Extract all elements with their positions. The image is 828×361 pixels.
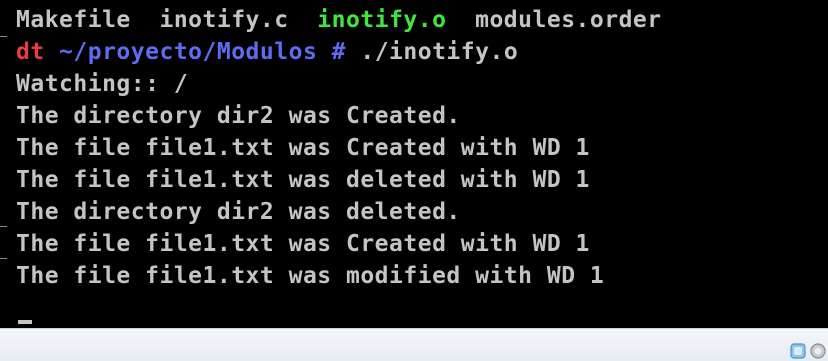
text-cursor <box>18 320 32 324</box>
terminal-text: ./inotify.o <box>346 39 519 65</box>
terminal-line: The directory dir2 was Created. <box>16 100 828 132</box>
terminal-output: Makefile inotify.c inotify.o modules.ord… <box>16 4 828 292</box>
margin-tick <box>0 36 7 37</box>
terminal-line: dt ~/proyecto/Modulos # ./inotify.o <box>16 36 828 68</box>
terminal-text: The file file1.txt was Created with WD 1 <box>16 135 590 161</box>
terminal-text: Watching:: / <box>16 71 189 97</box>
network-icon[interactable] <box>789 342 807 360</box>
terminal-line: Watching:: / <box>16 68 828 100</box>
terminal-text: ~/proyecto/Modulos # <box>59 39 346 65</box>
power-icon[interactable] <box>809 342 827 360</box>
terminal-text: inotify.o <box>317 7 447 33</box>
terminal-text: modules.order <box>446 7 662 33</box>
terminal-window[interactable]: Makefile inotify.c inotify.o modules.ord… <box>0 0 828 328</box>
terminal-text: The directory dir2 was Created. <box>16 103 461 129</box>
terminal-text: The file file1.txt was modified with WD … <box>16 263 605 289</box>
terminal-text: The file file1.txt was deleted with WD 1 <box>16 167 590 193</box>
terminal-line: The directory dir2 was deleted. <box>16 196 828 228</box>
margin-tick <box>0 258 7 259</box>
status-strip <box>0 328 828 361</box>
terminal-text: Makefile inotify.c <box>16 7 318 33</box>
terminal-text: dt <box>16 39 60 65</box>
terminal-line: The file file1.txt was Created with WD 1 <box>16 228 828 260</box>
terminal-text: The directory dir2 was deleted. <box>16 199 461 225</box>
terminal-line: Makefile inotify.c inotify.o modules.ord… <box>16 4 828 36</box>
terminal-line: The file file1.txt was deleted with WD 1 <box>16 164 828 196</box>
left-margin <box>0 0 8 328</box>
terminal-line: The file file1.txt was Created with WD 1 <box>16 132 828 164</box>
terminal-text: The file file1.txt was Created with WD 1 <box>16 231 590 257</box>
terminal-line: The file file1.txt was modified with WD … <box>16 260 828 292</box>
margin-tick <box>0 226 7 227</box>
